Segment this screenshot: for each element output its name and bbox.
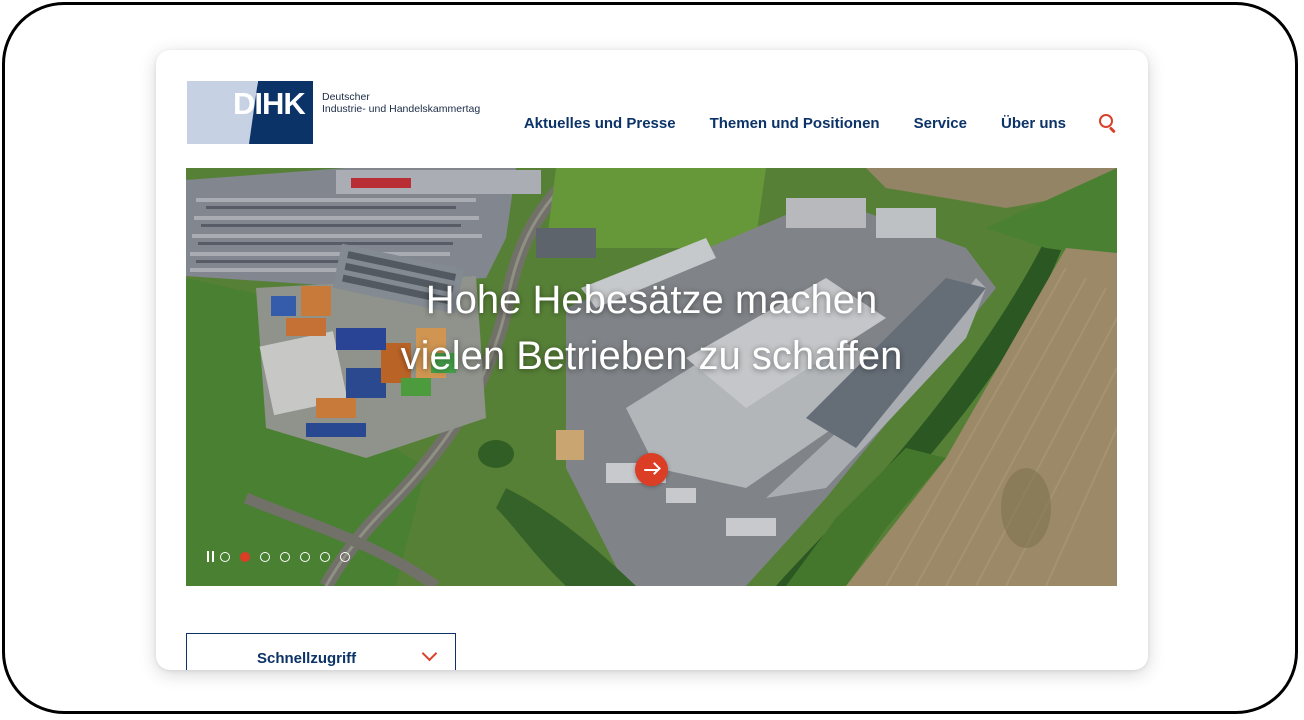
carousel-dot-4[interactable] xyxy=(280,551,290,562)
carousel-dot-7[interactable] xyxy=(340,551,350,562)
pause-icon[interactable] xyxy=(207,551,214,562)
hero-carousel: Hohe Hebesätze machen vielen Betrieben z… xyxy=(186,168,1117,586)
logo-caption-line-2: Industrie- und Handelskammertag xyxy=(322,103,481,115)
main-nav: Aktuelles und Presse Themen und Position… xyxy=(524,113,1118,134)
carousel-dot-2[interactable] xyxy=(240,551,250,562)
logo-caption-line-1: Deutscher xyxy=(322,91,370,103)
carousel-dot-1[interactable] xyxy=(220,551,230,562)
nav-item-aktuelles-und-presse[interactable]: Aktuelles und Presse xyxy=(524,115,676,132)
carousel-controls xyxy=(207,551,360,562)
search-icon[interactable] xyxy=(1098,113,1118,134)
nav-item-themen-und-positionen[interactable]: Themen und Positionen xyxy=(710,115,880,132)
browser-page: DIHK Deutscher Industrie- und Handelskam… xyxy=(156,50,1148,670)
carousel-dot-6[interactable] xyxy=(320,551,330,562)
carousel-dot-5[interactable] xyxy=(300,551,310,562)
hero-headline[interactable]: Hohe Hebesätze machen vielen Betrieben z… xyxy=(396,272,907,384)
logo-caption: Deutscher Industrie- und Handelskammerta… xyxy=(322,91,480,115)
carousel-dot-3[interactable] xyxy=(260,551,270,562)
schnellzugriff-label: Schnellzugriff xyxy=(257,650,357,667)
logo-mark: DIHK xyxy=(187,81,313,144)
schnellzugriff-dropdown[interactable]: Schnellzugriff xyxy=(186,633,456,670)
logo-mark-text: DIHK xyxy=(233,86,306,121)
nav-item-service[interactable]: Service xyxy=(914,115,967,132)
dihk-logo[interactable]: DIHK Deutscher Industrie- und Handelskam… xyxy=(187,81,480,144)
nav-item-ueber-uns[interactable]: Über uns xyxy=(1001,115,1066,132)
chevron-down-icon xyxy=(421,645,438,662)
arrow-right-icon[interactable] xyxy=(635,453,668,486)
